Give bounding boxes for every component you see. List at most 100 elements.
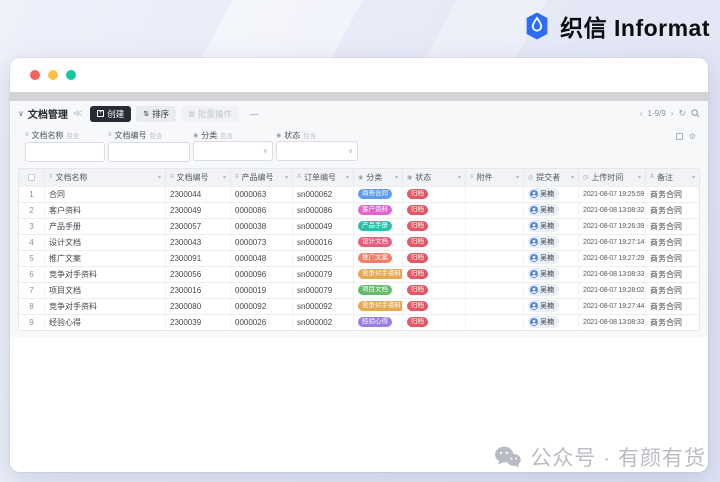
filter-label: 文档编号 [114,130,147,140]
content-panel: ∨ 文档管理 ≪ + 创建 ⇅ 排序 ▦ 批量操作 — ‹ 1-9/9 › ↻ [10,101,708,337]
submitter-cell: 吴楠 [524,298,579,314]
submitter-chip[interactable]: 吴楠 [528,268,559,280]
status-cell: 归档 [403,314,466,330]
submitter-chip[interactable]: 吴楠 [528,252,559,264]
submitter-cell: 吴楠 [524,282,579,298]
table-row[interactable]: 8 竞争对手资料 2300080 0000092 sn000092 竞争对手资料… [19,297,699,314]
more-menu-icon[interactable]: — [250,109,259,119]
status-cell: 归档 [403,298,466,314]
table-row[interactable]: 5 推广文案 2300091 0000048 sn000025 推广文案 归档 … [19,249,699,266]
table-row[interactable]: 3 产品手册 2300057 0000038 sn000049 产品手册 归档 … [19,217,699,234]
submitter-chip[interactable]: 吴楠 [528,236,559,248]
status-cell: 归档 [403,202,466,218]
column-header[interactable]: ◷ 上传时间 ▾ [579,168,646,186]
upload-time-cell: 2021-08-08 13:08:32 [579,202,646,218]
sort-arrow-icon[interactable]: ▾ [692,174,695,181]
doc-name-cell[interactable]: 推广文案 [45,250,166,266]
product-number-cell: 0000073 [231,234,293,250]
doc-name-cell[interactable]: 设计文档 [45,234,166,250]
select-all-checkbox[interactable] [28,173,35,181]
sort-arrow-icon[interactable]: ▾ [158,174,161,181]
column-label: 备注 [657,172,674,182]
submitter-name: 吴楠 [540,255,554,262]
grid-icon: ▦ [188,110,195,118]
column-header[interactable]: A 备注 ▾ [646,169,699,186]
category-filter-select[interactable]: ∨ [193,141,273,161]
column-type-icon: ◎ [528,174,534,181]
gear-icon[interactable]: ⚙ [689,132,696,141]
doc-name-filter-input[interactable] [25,141,105,162]
doc-name-cell[interactable]: 合同 [45,186,166,202]
table-row[interactable]: 6 竞争对手资料 2300056 0000096 sn000079 竞争对手资料… [19,265,699,282]
select-field-icon: ◉ [276,132,282,139]
batch-actions-button[interactable]: ▦ 批量操作 [181,105,239,122]
category-badge: 项目文档 [358,284,392,296]
column-header[interactable]: ≡ 产品编号 ▾ [231,168,293,186]
column-header[interactable]: ◎ 提交者 ▾ [524,168,579,186]
doc-name-cell[interactable]: 项目文档 [45,282,166,298]
expand-view-icon[interactable] [675,133,683,140]
submitter-chip[interactable]: 吴楠 [528,188,559,200]
chevron-down-icon[interactable]: ∨ [18,109,24,118]
column-header[interactable]: ◉ 状态 ▾ [403,168,466,186]
sort-arrow-icon[interactable]: ▾ [571,174,574,181]
sort-button[interactable]: ⇅ 排序 [136,105,177,122]
refresh-icon[interactable]: ↻ [678,108,686,119]
sort-arrow-icon[interactable]: ▾ [223,174,226,181]
doc-name-cell[interactable]: 客户资料 [45,202,166,218]
column-header[interactable]: ◉ 分类 ▾ [354,168,403,186]
category-badge: 产品手册 [358,220,392,232]
sort-arrow-icon[interactable]: ▾ [395,174,398,181]
search-icon[interactable] [691,109,700,118]
window-titlebar [10,58,708,92]
filter-category: ◉ 分类 包含 ∨ [193,129,273,162]
column-header[interactable]: ≡ 文档编号 ▾ [166,168,231,186]
column-header[interactable]: ≡ 文档名称 ▾ [45,168,166,186]
doc-name-cell[interactable]: 产品手册 [45,218,166,234]
maximize-window-button[interactable] [66,70,76,80]
doc-number-cell: 2300044 [166,186,231,202]
create-button[interactable]: + 创建 [90,105,132,122]
submitter-chip[interactable]: 吴楠 [528,300,559,312]
close-window-button[interactable] [30,70,40,80]
submitter-chip[interactable]: 吴楠 [528,220,559,232]
prev-page-icon[interactable]: ‹ [640,109,643,118]
column-label: 状态 [415,172,432,182]
next-page-icon[interactable]: › [671,109,674,118]
sort-arrow-icon[interactable]: ▾ [638,174,641,181]
minimize-window-button[interactable] [48,70,58,80]
row-number-cell: 2 [19,202,45,218]
collapse-icon[interactable]: ≪ [73,108,82,119]
doc-number-filter-input[interactable] [108,141,190,162]
order-number-cell: sn000092 [293,298,354,314]
sort-arrow-icon[interactable]: ▾ [516,174,519,181]
doc-name-cell[interactable]: 竞争对手资料 [45,298,166,314]
submitter-chip[interactable]: 吴楠 [528,284,559,296]
table-row[interactable]: 7 项目文档 2300016 0000019 sn000079 项目文档 归档 … [19,281,699,298]
select-all-cell [19,168,45,186]
status-filter-select[interactable]: ∨ [276,141,358,161]
table-row[interactable]: 2 客户资料 2300049 0000086 sn000086 客户资料 归档 … [19,201,699,218]
status-cell: 归档 [403,282,466,298]
table-row[interactable]: 4 设计文档 2300043 0000073 sn000016 设计文档 归档 … [19,233,699,250]
submitter-chip[interactable]: 吴楠 [528,316,559,328]
doc-number-cell: 2300049 [166,202,231,218]
doc-name-cell[interactable]: 竞争对手资料 [45,266,166,282]
upload-time-cell: 2021-08-08 13:08:33 [579,314,646,330]
doc-number-cell: 2300091 [166,250,231,266]
sort-icon: ⇅ [143,110,150,118]
sort-arrow-icon[interactable]: ▾ [346,174,349,181]
doc-name-cell[interactable]: 经验心得 [45,314,166,330]
sort-arrow-icon[interactable]: ▾ [285,174,288,181]
column-header[interactable]: ≡ 附件 ▾ [466,168,524,186]
table-row[interactable]: 9 经验心得 2300039 0000026 sn000002 经验心得 归档 … [19,313,699,330]
submitter-cell: 吴楠 [524,234,579,250]
wechat-icon [495,446,522,468]
brand-logo: 织信 Informat [522,9,710,43]
status-cell: 归档 [403,234,466,250]
table-row[interactable]: 1 合同 2300044 0000063 sn000062 商务合同 归档 吴楠… [19,185,699,202]
sort-arrow-icon[interactable]: ▾ [458,174,461,181]
submitter-chip[interactable]: 吴楠 [528,204,559,216]
column-header[interactable]: A 订单编号 ▾ [293,168,354,186]
column-type-icon: ≡ [470,174,474,180]
